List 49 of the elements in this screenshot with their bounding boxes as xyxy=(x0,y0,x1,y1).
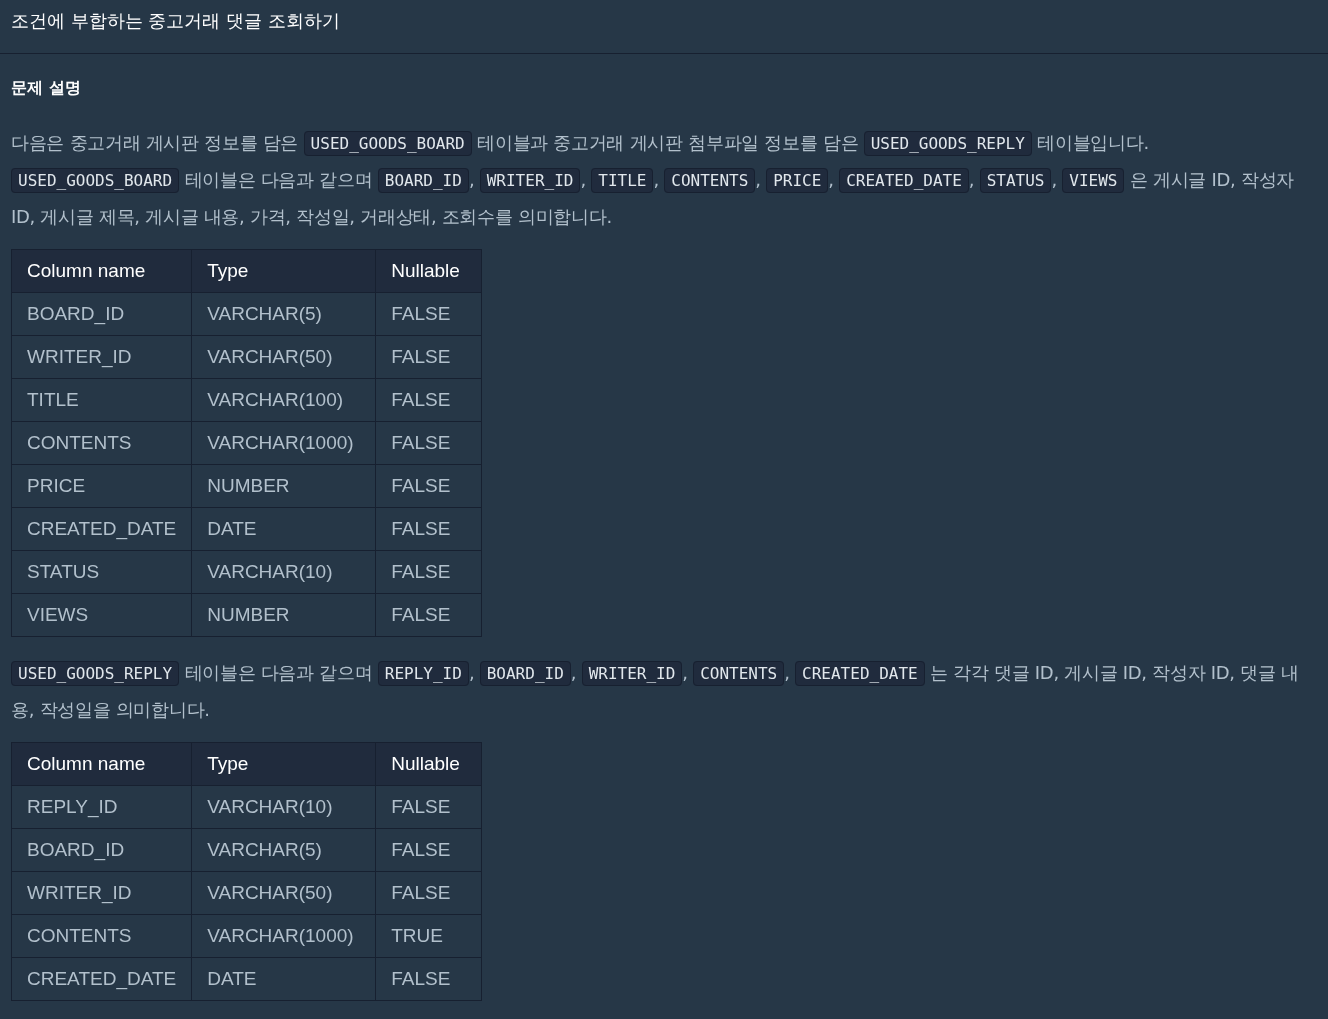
table-cell: STATUS xyxy=(11,550,192,594)
table-cell: NUMBER xyxy=(191,593,376,637)
table-cell: VARCHAR(10) xyxy=(191,785,376,829)
table-cell: VARCHAR(50) xyxy=(191,871,376,915)
table-cell: VARCHAR(10) xyxy=(191,550,376,594)
table-cell: FALSE xyxy=(375,421,482,465)
table-cell: FALSE xyxy=(375,828,482,872)
table-cell: BOARD_ID xyxy=(11,828,192,872)
description-paragraph: 다음은 중고거래 게시판 정보를 담은 USED_GOODS_BOARD 테이블과 중고거래 게시판 첨부파일 정보를 담은 USED_GOODS_REPLY 테이블입니다. USED_GOODS_BOARD 테이블은 다음과 같으며 BOARD_ID , WRITER_ID , TITLE , CONTENTS , PRICE , CREATED_DATE , STATUS , VIEWS 은 게시글 ID, 작성자 ID, 게시글 제목, 게시글 내용, 가격, 작성일, 거래상태, 조회수를 의미합니다. xyxy=(11,130,1296,229)
table-cell: TITLE xyxy=(11,378,192,422)
table-cell: DATE xyxy=(191,507,376,551)
table-header-cell: Type xyxy=(191,742,376,786)
table-header-cell: Nullable xyxy=(375,742,482,786)
table-header-cell: Nullable xyxy=(375,249,482,293)
table-cell: VARCHAR(1000) xyxy=(191,914,376,958)
table-cell: WRITER_ID xyxy=(11,871,192,915)
table-cell: NUMBER xyxy=(191,464,376,508)
table-header-cell: Column name xyxy=(11,249,192,293)
table-cell: WRITER_ID xyxy=(11,335,192,379)
table-cell: FALSE xyxy=(375,550,482,594)
table-header-cell: Column name xyxy=(11,742,192,786)
table-cell: CREATED_DATE xyxy=(11,957,192,1001)
table-cell: BOARD_ID xyxy=(11,292,192,336)
section-heading: 문제 설명 xyxy=(11,78,82,99)
table-cell: FALSE xyxy=(375,957,482,1001)
description-paragraph: USED_GOODS_REPLY 테이블은 다음과 같으며 REPLY_ID , BOARD_ID , WRITER_ID , CONTENTS , CREATED_DATE 는 각각 댓글 ID, 게시글 ID, 작성자 ID, 댓글 내용, 작성일을 의미합니다. xyxy=(11,660,1300,722)
table-cell: FALSE xyxy=(375,785,482,829)
table-cell: VARCHAR(100) xyxy=(191,378,376,422)
table-cell: FALSE xyxy=(375,593,482,637)
table-cell: TRUE xyxy=(375,914,482,958)
table-cell: FALSE xyxy=(375,292,482,336)
table-cell: DATE xyxy=(191,957,376,1001)
table-cell: CREATED_DATE xyxy=(11,507,192,551)
table-cell: REPLY_ID xyxy=(11,785,192,829)
problem-title: 조건에 부합하는 중고거래 댓글 조회하기 xyxy=(11,8,340,33)
table-cell: CONTENTS xyxy=(11,421,192,465)
table-cell: VARCHAR(5) xyxy=(191,292,376,336)
table-cell: FALSE xyxy=(375,378,482,422)
table-cell: FALSE xyxy=(375,871,482,915)
table-cell: CONTENTS xyxy=(11,914,192,958)
table-cell: FALSE xyxy=(375,464,482,508)
table-cell: VIEWS xyxy=(11,593,192,637)
table-cell: VARCHAR(5) xyxy=(191,828,376,872)
table-cell: FALSE xyxy=(375,507,482,551)
table-cell: VARCHAR(50) xyxy=(191,335,376,379)
table-cell: FALSE xyxy=(375,335,482,379)
table-header-cell: Type xyxy=(191,249,376,293)
table-cell: PRICE xyxy=(11,464,192,508)
table-cell: VARCHAR(1000) xyxy=(191,421,376,465)
